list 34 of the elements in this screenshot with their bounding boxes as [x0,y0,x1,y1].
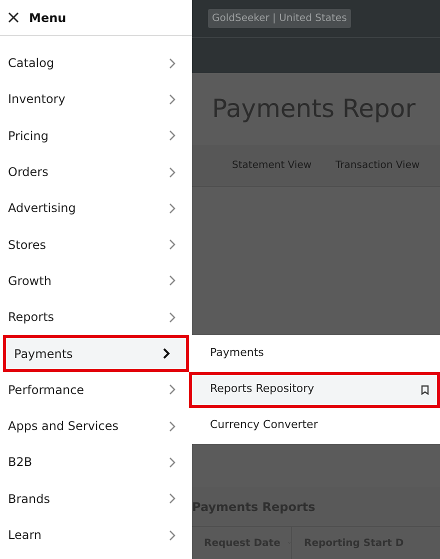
menu-item[interactable]: Advertising [0,190,192,226]
menu-item[interactable]: Learn [0,516,192,554]
menu-item[interactable]: Performance [0,372,192,408]
chevron-right-icon [169,94,176,105]
menu-item[interactable]: Inventory [0,81,192,118]
chevron-right-icon [169,456,176,468]
menu-item[interactable]: Pricing [0,118,192,154]
chevron-right-icon [169,275,176,286]
chevron-right-icon [169,384,176,396]
menu-item[interactable]: Reports [0,299,192,336]
chevron-right-icon [169,493,176,504]
menu-item[interactable]: B2B [0,444,192,481]
menu-item[interactable]: Apps and Services [0,408,192,444]
chevron-right-icon [169,312,176,323]
chevron-right-icon [169,239,176,250]
menu-item[interactable]: Stores [0,226,192,263]
chevron-right-icon [169,530,176,540]
menu-item[interactable]: Catalog [0,45,192,82]
submenu-item[interactable]: Payments [192,336,440,372]
chevron-right-icon [169,130,176,142]
close-icon[interactable] [8,12,19,23]
chevron-right-icon [169,58,176,69]
bookmark-icon[interactable] [421,384,429,394]
chevron-right-icon [169,166,176,178]
menu-item[interactable]: Growth [0,262,192,300]
submenu-item[interactable]: Reports Repository [189,372,440,408]
chevron-right-icon [169,420,176,432]
submenu-item[interactable]: Currency Converter [192,408,440,444]
menu-item[interactable]: Orders [0,154,192,190]
menu-item[interactable]: Brands [0,480,192,517]
chevron-right-icon [169,202,176,214]
chevron-right-icon [163,348,170,360]
menu-title: Menu [29,10,66,26]
menu-item[interactable]: Payments [3,335,189,372]
